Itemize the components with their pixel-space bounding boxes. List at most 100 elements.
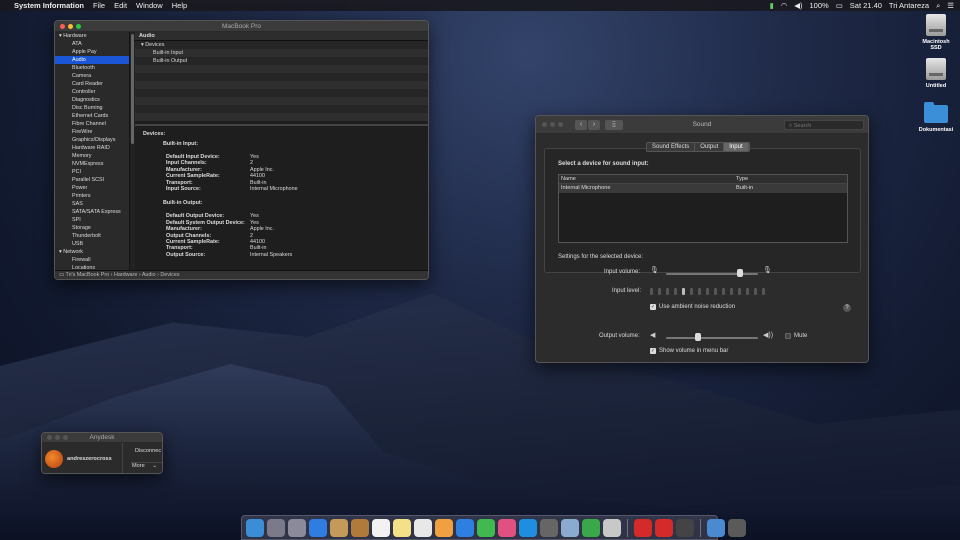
dock-app-icon[interactable]: [351, 518, 369, 537]
sidebar-item[interactable]: Hardware RAID: [55, 144, 129, 152]
battery-icon[interactable]: ▭: [836, 1, 843, 10]
output-volume-knob[interactable]: [695, 333, 702, 341]
sidebar-item[interactable]: SATA/SATA Express: [55, 208, 129, 216]
close-button[interactable]: [542, 122, 547, 127]
notification-center-icon[interactable]: ☰: [947, 1, 954, 10]
disconnect-button[interactable]: Disconnec: [135, 448, 161, 454]
dock-app-icon[interactable]: [246, 518, 264, 537]
forward-button[interactable]: ›: [588, 120, 600, 130]
battery-percent[interactable]: 100%: [810, 1, 829, 10]
sidebar-item[interactable]: Diagnostics: [55, 96, 129, 104]
help-button[interactable]: ?: [843, 304, 851, 312]
close-button[interactable]: [47, 435, 52, 440]
sidebar-item[interactable]: FireWire: [55, 128, 129, 136]
tree-item-devices[interactable]: ▾ Devices: [135, 41, 428, 49]
dock-app-icon[interactable]: [393, 518, 411, 537]
dock-app-icon[interactable]: [728, 518, 746, 537]
ambient-noise-checkbox[interactable]: ✓: [650, 304, 656, 310]
sidebar-item[interactable]: Audio: [55, 56, 129, 64]
zoom-button[interactable]: [558, 122, 563, 127]
mute-checkbox[interactable]: [785, 333, 791, 339]
dock-app-icon[interactable]: [435, 518, 453, 537]
dock-app-icon[interactable]: [655, 518, 673, 537]
tab-input[interactable]: Input: [724, 143, 749, 151]
spotlight-icon[interactable]: ⌕: [936, 1, 940, 11]
sidebar-item[interactable]: NVMExpress: [55, 160, 129, 168]
column-name[interactable]: Name: [559, 175, 734, 183]
sidebar-item[interactable]: Parallel SCSI: [55, 176, 129, 184]
table-row[interactable]: Internal Microphone Built-in: [559, 184, 847, 193]
close-button[interactable]: [60, 24, 65, 29]
dock-app-icon[interactable]: [267, 518, 285, 537]
menu-file[interactable]: File: [93, 1, 105, 10]
menu-app-name[interactable]: System Information: [14, 1, 84, 10]
input-volume-slider[interactable]: [666, 273, 758, 275]
dock-app-icon[interactable]: [330, 518, 348, 537]
back-button[interactable]: ‹: [575, 120, 587, 130]
wifi-icon[interactable]: ◠: [781, 1, 788, 10]
sidebar-item[interactable]: Apple Pay: [55, 48, 129, 56]
sidebar-item[interactable]: Graphics/Displays: [55, 136, 129, 144]
sidebar-item[interactable]: ATA: [55, 40, 129, 48]
user-name[interactable]: Tri Antareza: [889, 1, 929, 10]
zoom-button[interactable]: [76, 24, 81, 29]
tree-item-built-in-input[interactable]: Built-in Input: [135, 49, 428, 57]
zoom-button[interactable]: [63, 435, 68, 440]
sidebar-item[interactable]: Card Reader: [55, 80, 129, 88]
sidebar-item[interactable]: PCI: [55, 168, 129, 176]
dock-app-icon[interactable]: [414, 518, 432, 537]
tab-sound-effects[interactable]: Sound Effects: [647, 143, 696, 151]
sidebar-item[interactable]: Camera: [55, 72, 129, 80]
window-titlebar[interactable]: Anydesk: [42, 433, 162, 443]
sidebar-item[interactable]: Memory: [55, 152, 129, 160]
dock-app-icon[interactable]: [603, 518, 621, 537]
volume-icon[interactable]: ◀): [794, 1, 802, 10]
menu-window[interactable]: Window: [136, 1, 163, 10]
desktop-icon-dokumentasi[interactable]: Dokumentasi: [916, 102, 956, 133]
minimize-button[interactable]: [55, 435, 60, 440]
desktop-icon-untitled[interactable]: Untitled: [916, 58, 956, 89]
more-button[interactable]: More ⌄: [132, 463, 157, 469]
window-titlebar[interactable]: MacBook Pro: [55, 21, 428, 32]
dock-app-icon[interactable]: [519, 518, 537, 537]
sidebar-item[interactable]: Ethernet Cards: [55, 112, 129, 120]
sidebar-group-header[interactable]: ▾ Network: [55, 248, 129, 256]
search-input[interactable]: ⌕ Search: [784, 120, 864, 130]
menu-edit[interactable]: Edit: [114, 1, 127, 10]
input-volume-knob[interactable]: [736, 269, 743, 277]
dock-app-icon[interactable]: [477, 518, 495, 537]
window-toolbar[interactable]: ‹ › ⣿ Sound ⌕ Search: [536, 116, 868, 134]
sidebar-item[interactable]: USB: [55, 240, 129, 248]
sidebar-item[interactable]: Thunderbolt: [55, 232, 129, 240]
dock-app-icon[interactable]: [498, 518, 516, 537]
show-all-grid-icon[interactable]: ⣿: [605, 120, 623, 130]
tree-item-built-in-output[interactable]: Built-in Output: [135, 57, 428, 65]
minimize-button[interactable]: [550, 122, 555, 127]
sidebar-item[interactable]: Disc Burning: [55, 104, 129, 112]
output-volume-slider[interactable]: [666, 337, 758, 339]
column-type[interactable]: Type: [734, 175, 748, 183]
dock-app-icon[interactable]: [582, 518, 600, 537]
dock-app-icon[interactable]: [707, 518, 725, 537]
sidebar-item[interactable]: Bluetooth: [55, 64, 129, 72]
sidebar-group-header[interactable]: ▾ Hardware: [55, 32, 129, 40]
sidebar-item[interactable]: SPI: [55, 216, 129, 224]
dock-app-icon[interactable]: [676, 518, 694, 537]
dock-app-icon[interactable]: [456, 518, 474, 537]
signal-icon[interactable]: ▮: [770, 1, 774, 10]
sidebar-item[interactable]: Fibre Channel: [55, 120, 129, 128]
tab-output[interactable]: Output: [695, 143, 725, 151]
dock-app-icon[interactable]: [561, 518, 579, 537]
dock-app-icon[interactable]: [372, 518, 390, 537]
sidebar-item[interactable]: Printers: [55, 192, 129, 200]
show-volume-checkbox[interactable]: ✓: [650, 348, 656, 354]
sidebar-item[interactable]: Controller: [55, 88, 129, 96]
sidebar-item[interactable]: Power: [55, 184, 129, 192]
sidebar-item[interactable]: SAS: [55, 200, 129, 208]
dock-app-icon[interactable]: [288, 518, 306, 537]
dock-app-icon[interactable]: [309, 518, 327, 537]
sidebar-item[interactable]: Storage: [55, 224, 129, 232]
menu-help[interactable]: Help: [172, 1, 187, 10]
dock-app-icon[interactable]: [634, 518, 652, 537]
minimize-button[interactable]: [68, 24, 73, 29]
